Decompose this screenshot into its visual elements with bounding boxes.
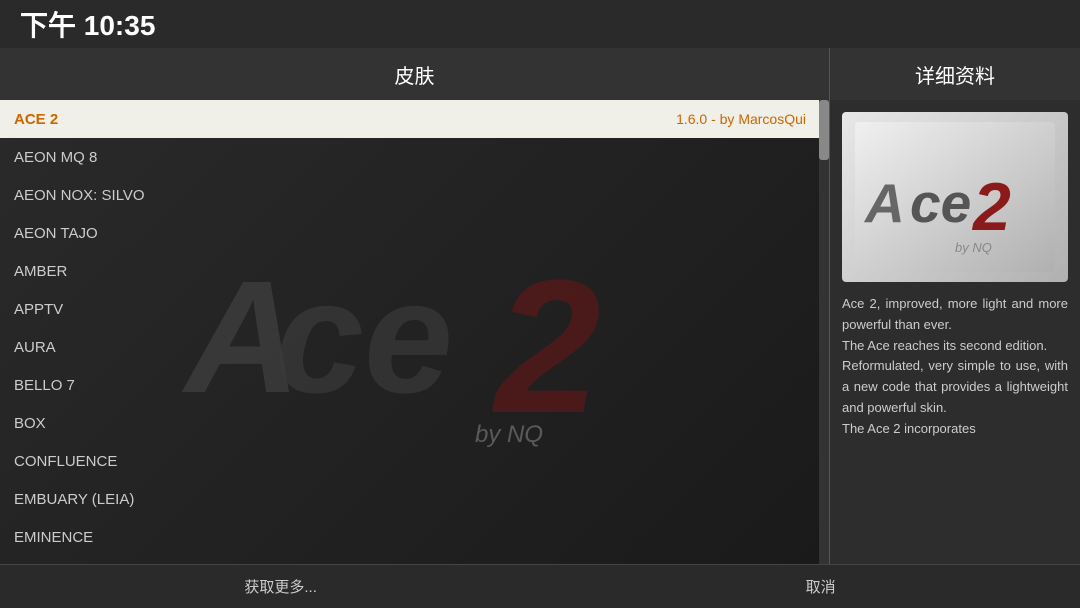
skin-list-item[interactable]: AEON TAJO [0, 214, 820, 252]
skin-item-name: AEON TAJO [14, 225, 98, 242]
svg-text:by NQ: by NQ [955, 240, 992, 255]
scrollbar-thumb[interactable] [819, 100, 829, 160]
svg-text:ce: ce [910, 172, 971, 234]
footer-bar: 获取更多... 取消 [0, 564, 1080, 608]
skin-item-name: AURA [14, 339, 56, 356]
skin-item-name: CONFLUENCE [14, 453, 117, 470]
time-display: 下午 10:35 [20, 4, 155, 44]
skin-item-name: BOX [14, 415, 46, 432]
detail-thumbnail: A ce 2 by NQ [842, 112, 1068, 282]
skin-list[interactable]: ACE 2 1.6.0 - by MarcosQui AEON MQ 8 AEON N… [0, 100, 820, 564]
right-panel: A ce 2 by NQ Ace 2, improved, more light… [830, 100, 1080, 564]
header-row: 皮肤 详细资料 [0, 48, 1080, 100]
skin-item-name: ACE 2 [14, 111, 58, 128]
skin-list-item[interactable]: AURA [0, 328, 820, 366]
svg-text:2: 2 [971, 169, 1011, 245]
skin-item-name: BELLO 7 [14, 377, 75, 394]
skin-item-name: AEON NOX: SILVO [14, 187, 145, 204]
skin-item-name: AEON MQ 8 [14, 149, 97, 166]
skin-list-item[interactable]: ESTOUCHY [0, 556, 820, 564]
status-bar: 下午 10:35 [0, 0, 1080, 48]
skin-list-item[interactable]: AMBER [0, 252, 820, 290]
skin-list-item[interactable]: AEON MQ 8 [0, 138, 820, 176]
skin-list-item[interactable]: CONFLUENCE [0, 442, 820, 480]
description-text: Ace 2, improved, more light and more pow… [842, 296, 1068, 436]
content-row: A ce 2 by NQ ACE 21.6.0 - by MarcosQuiAE… [0, 100, 1080, 564]
skin-item-name: EMBUARY (LEIA) [14, 491, 134, 508]
skin-list-item[interactable]: APPTV [0, 290, 820, 328]
main-content: 皮肤 详细资料 A ce 2 by NQ [0, 48, 1080, 564]
skin-list-item[interactable]: EMBUARY (LEIA) [0, 480, 820, 518]
skin-list-item[interactable]: BELLO 7 [0, 366, 820, 404]
skin-list-item[interactable]: ACE 2 1.6.0 - by MarcosQui [0, 100, 820, 138]
detail-column-header: 详细资料 [830, 48, 1080, 100]
skin-item-name: APPTV [14, 301, 63, 318]
skin-column-header: 皮肤 [0, 48, 830, 100]
skin-item-name: EMINENCE [14, 529, 93, 546]
skin-item-version: 1.6.0 - by MarcosQui [676, 111, 806, 127]
skin-item-name: AMBER [14, 263, 67, 280]
scrollbar-track[interactable] [819, 100, 829, 564]
detail-description: Ace 2, improved, more light and more pow… [842, 294, 1068, 440]
get-more-button[interactable]: 获取更多... [224, 570, 337, 603]
left-panel: A ce 2 by NQ ACE 21.6.0 - by MarcosQuiAE… [0, 100, 830, 564]
svg-text:A: A [863, 172, 905, 234]
skin-list-item[interactable]: AEON NOX: SILVO [0, 176, 820, 214]
skin-list-item[interactable]: BOX [0, 404, 820, 442]
skin-list-item[interactable]: EMINENCE [0, 518, 820, 556]
cancel-button[interactable]: 取消 [786, 570, 856, 603]
